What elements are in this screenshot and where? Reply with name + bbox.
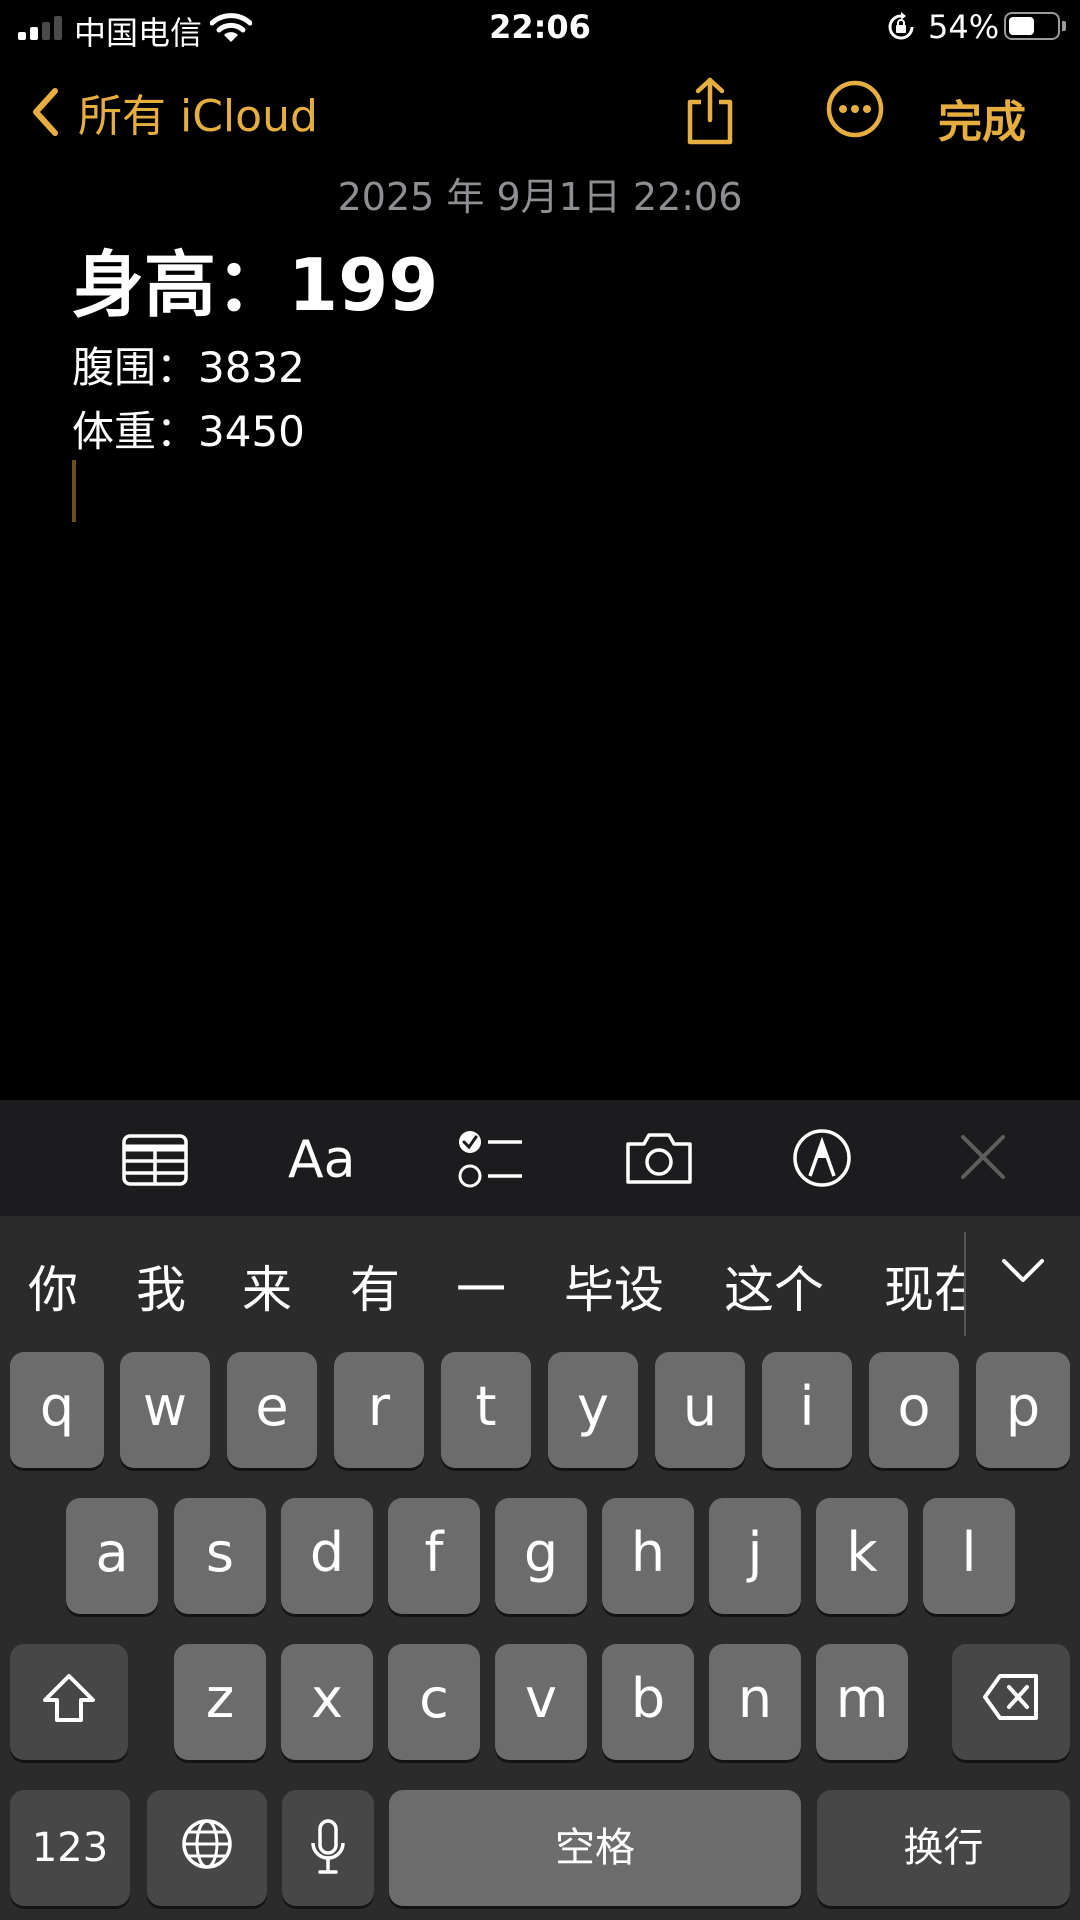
key-v[interactable]: v — [495, 1644, 587, 1760]
key-n[interactable]: n — [709, 1644, 801, 1760]
microphone-key[interactable] — [282, 1790, 374, 1906]
globe-icon — [182, 1819, 232, 1869]
text-cursor — [72, 460, 76, 522]
candidate-item[interactable]: 来 — [242, 1250, 292, 1322]
key-o[interactable]: o — [869, 1352, 959, 1468]
format-button[interactable]: Aa — [288, 1130, 355, 1190]
key-i[interactable]: i — [762, 1352, 852, 1468]
globe-key[interactable] — [147, 1790, 267, 1906]
chevron-down-icon[interactable] — [1000, 1256, 1046, 1286]
key-d[interactable]: d — [281, 1498, 373, 1614]
key-x[interactable]: x — [281, 1644, 373, 1760]
markup-icon[interactable] — [792, 1128, 852, 1188]
key-z[interactable]: z — [174, 1644, 266, 1760]
candidate-item[interactable]: 毕设 — [564, 1250, 664, 1322]
key-j[interactable]: j — [709, 1498, 801, 1614]
close-icon[interactable] — [960, 1134, 1006, 1180]
key-s[interactable]: s — [174, 1498, 266, 1614]
shift-icon — [43, 1674, 95, 1722]
status-bar: 中国电信 22:06 54% — [0, 0, 1080, 56]
key-q[interactable]: q — [10, 1352, 104, 1468]
return-key[interactable]: 换行 — [817, 1790, 1070, 1906]
key-g[interactable]: g — [495, 1498, 587, 1614]
note-title[interactable]: 身高：199 — [72, 240, 1032, 330]
candidate-item[interactable]: 现在 — [884, 1250, 966, 1322]
candidate-item[interactable]: 我 — [136, 1250, 186, 1322]
key-u[interactable]: u — [655, 1352, 745, 1468]
key-h[interactable]: h — [602, 1498, 694, 1614]
notes-toolbar: Aa — [0, 1100, 1080, 1216]
back-button[interactable]: 所有 iCloud — [30, 80, 318, 144]
key-p[interactable]: p — [976, 1352, 1070, 1468]
delete-icon — [983, 1674, 1038, 1720]
key-c[interactable]: c — [388, 1644, 480, 1760]
battery-tip — [1062, 21, 1066, 31]
candidate-divider — [964, 1232, 966, 1336]
key-f[interactable]: f — [388, 1498, 480, 1614]
checklist-icon[interactable] — [458, 1130, 524, 1190]
battery-percent: 54% — [928, 8, 1000, 46]
candidate-item[interactable]: 一 — [456, 1250, 506, 1322]
note-date: 2025 年 9月1日 22:06 — [337, 175, 743, 219]
microphone-icon — [311, 1819, 345, 1874]
key-m[interactable]: m — [816, 1644, 908, 1760]
battery-icon — [1004, 12, 1060, 40]
table-icon[interactable] — [122, 1134, 188, 1186]
key-b[interactable]: b — [602, 1644, 694, 1760]
key-t[interactable]: t — [441, 1352, 531, 1468]
key-e[interactable]: e — [227, 1352, 317, 1468]
camera-icon[interactable] — [624, 1130, 694, 1186]
done-button[interactable]: 完成 — [938, 86, 1026, 150]
note-body[interactable]: 身高：199 腹围：3832 体重：3450 — [72, 230, 1032, 464]
candidate-list: 你 我 来 有 一 毕设 这个 现在 — [0, 1216, 966, 1350]
key-a[interactable]: a — [66, 1498, 158, 1614]
key-k[interactable]: k — [816, 1498, 908, 1614]
candidate-item[interactable]: 这个 — [724, 1250, 824, 1322]
candidate-bar: 你 我 来 有 一 毕设 这个 现在 — [0, 1216, 1080, 1350]
shift-key[interactable] — [10, 1644, 128, 1760]
back-label: 所有 iCloud — [78, 91, 318, 142]
key-y[interactable]: y — [548, 1352, 638, 1468]
share-icon[interactable] — [682, 76, 738, 146]
chevron-left-icon — [33, 88, 58, 136]
note-line-waist[interactable]: 腹围：3832 — [72, 336, 1032, 400]
candidate-item[interactable]: 你 — [28, 1250, 78, 1322]
candidate-item[interactable]: 有 — [350, 1250, 400, 1322]
keyboard: 你 我 来 有 一 毕设 这个 现在 q w e r t y u i o p a… — [0, 1216, 1080, 1920]
navigation-bar: 所有 iCloud 完成 — [0, 70, 1080, 150]
numbers-key[interactable]: 123 — [10, 1790, 130, 1906]
key-w[interactable]: w — [120, 1352, 210, 1468]
status-time: 22:06 — [489, 8, 591, 46]
note-line-weight[interactable]: 体重：3450 — [72, 400, 1032, 464]
more-icon[interactable] — [826, 80, 884, 138]
delete-key[interactable] — [952, 1644, 1070, 1760]
space-key[interactable]: 空格 — [389, 1790, 801, 1906]
key-r[interactable]: r — [334, 1352, 424, 1468]
key-l[interactable]: l — [923, 1498, 1015, 1614]
orientation-lock-icon — [888, 12, 914, 40]
